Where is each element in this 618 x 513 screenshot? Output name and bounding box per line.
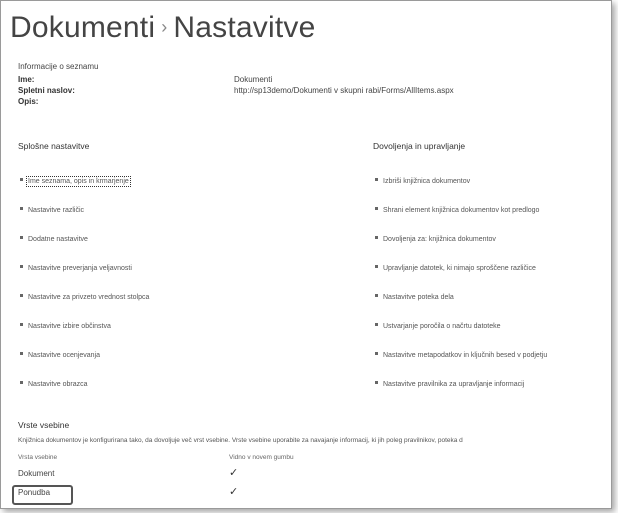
breadcrumb-nastavitve: Nastavitve [173, 11, 316, 44]
bullet-icon [375, 352, 378, 355]
bullet-icon [375, 381, 378, 384]
bullet-icon [20, 381, 23, 384]
address-label: Spletni naslov: [18, 86, 75, 95]
list-item[interactable]: Nastavitve obrazca [20, 381, 88, 388]
permission-link[interactable]: Ustvarjanje poročila o načrtu datoteke [383, 323, 501, 330]
table-row[interactable]: Dokument [18, 469, 54, 478]
bullet-icon [20, 294, 23, 297]
list-item[interactable]: Ime seznama, opis in krmarjenje [20, 176, 131, 187]
breadcrumb-dokumenti[interactable]: Dokumenti [10, 11, 155, 44]
name-label: Ime: [18, 75, 35, 84]
list-item[interactable]: Nastavitve metapodatkov in ključnih bese… [375, 352, 547, 359]
general-setting-link[interactable]: Nastavitve preverjanja veljavnosti [28, 265, 132, 272]
breadcrumb-separator-icon: › [161, 17, 168, 37]
general-settings-title: Splošne nastavitve [18, 141, 90, 151]
content-types-title: Vrste vsebine [18, 420, 70, 430]
bullet-icon [20, 323, 23, 326]
bullet-icon [375, 178, 378, 181]
general-setting-link[interactable]: Nastavitve različic [28, 207, 84, 214]
permission-link[interactable]: Dovoljenja za: knjižnica dokumentov [383, 236, 496, 243]
list-info-header: Informacije o seznamu [18, 62, 99, 71]
bullet-icon [20, 352, 23, 355]
general-setting-link[interactable]: Dodatne nastavitve [28, 236, 88, 243]
address-value: http://sp13demo/Dokumenti v skupni rabi/… [234, 86, 454, 95]
list-item[interactable]: Nastavitve za privzeto vrednost stolpca [20, 294, 149, 301]
list-item[interactable]: Nastavitve različic [20, 207, 84, 214]
highlight-box [12, 485, 73, 505]
content-types-description: Knjižnica dokumentov je konfigurirana ta… [18, 437, 463, 444]
list-item[interactable]: Dovoljenja za: knjižnica dokumentov [375, 236, 496, 243]
description-label: Opis: [18, 97, 39, 106]
bullet-icon [375, 207, 378, 210]
list-item[interactable]: Nastavitve izbire občinstva [20, 323, 111, 330]
permission-link[interactable]: Nastavitve metapodatkov in ključnih bese… [383, 352, 547, 359]
bullet-icon [20, 178, 23, 181]
general-setting-link[interactable]: Ime seznama, opis in krmarjenje [26, 176, 131, 187]
list-item[interactable]: Nastavitve ocenjevanja [20, 352, 100, 359]
bullet-icon [20, 207, 23, 210]
list-item[interactable]: Shrani element knjižnica dokumentov kot … [375, 207, 539, 214]
permission-link[interactable]: Izbriši knjižnica dokumentov [383, 178, 470, 185]
column-header-type: Vrsta vsebine [18, 454, 58, 461]
list-item[interactable]: Izbriši knjižnica dokumentov [375, 178, 470, 185]
permission-link[interactable]: Nastavitve poteka dela [383, 294, 454, 301]
general-setting-link[interactable]: Nastavitve izbire občinstva [28, 323, 111, 330]
page-title: Dokumenti › Nastavitve [10, 11, 315, 45]
name-value: Dokumenti [234, 75, 273, 84]
list-item[interactable]: Nastavitve pravilnika za upravljanje inf… [375, 381, 524, 388]
permissions-title: Dovoljenja in upravljanje [373, 141, 466, 151]
bullet-icon [375, 236, 378, 239]
settings-window: Dokumenti › Nastavitve Informacije o sezna… [0, 0, 612, 509]
bullet-icon [20, 236, 23, 239]
checkmark-icon: ✓ [229, 486, 239, 498]
column-header-visible: Vidno v novem gumbu [229, 454, 294, 461]
list-item[interactable]: Nastavitve preverjanja veljavnosti [20, 265, 132, 272]
general-setting-link[interactable]: Nastavitve obrazca [28, 381, 88, 388]
general-setting-link[interactable]: Nastavitve za privzeto vrednost stolpca [28, 294, 149, 301]
general-setting-link[interactable]: Nastavitve ocenjevanja [28, 352, 100, 359]
permission-link[interactable]: Shrani element knjižnica dokumentov kot … [383, 207, 539, 214]
list-item[interactable]: Upravljanje datotek, ki nimajo sproščene… [375, 265, 536, 272]
list-item[interactable]: Nastavitve poteka dela [375, 294, 454, 301]
bullet-icon [375, 265, 378, 268]
permission-link[interactable]: Upravljanje datotek, ki nimajo sproščene… [383, 265, 536, 272]
list-item[interactable]: Ustvarjanje poročila o načrtu datoteke [375, 323, 501, 330]
content-type-name[interactable]: Dokument [18, 469, 54, 478]
list-item[interactable]: Dodatne nastavitve [20, 236, 88, 243]
checkmark-icon: ✓ [229, 467, 239, 479]
bullet-icon [375, 323, 378, 326]
bullet-icon [20, 265, 23, 268]
permission-link[interactable]: Nastavitve pravilnika za upravljanje inf… [383, 381, 524, 388]
bullet-icon [375, 294, 378, 297]
